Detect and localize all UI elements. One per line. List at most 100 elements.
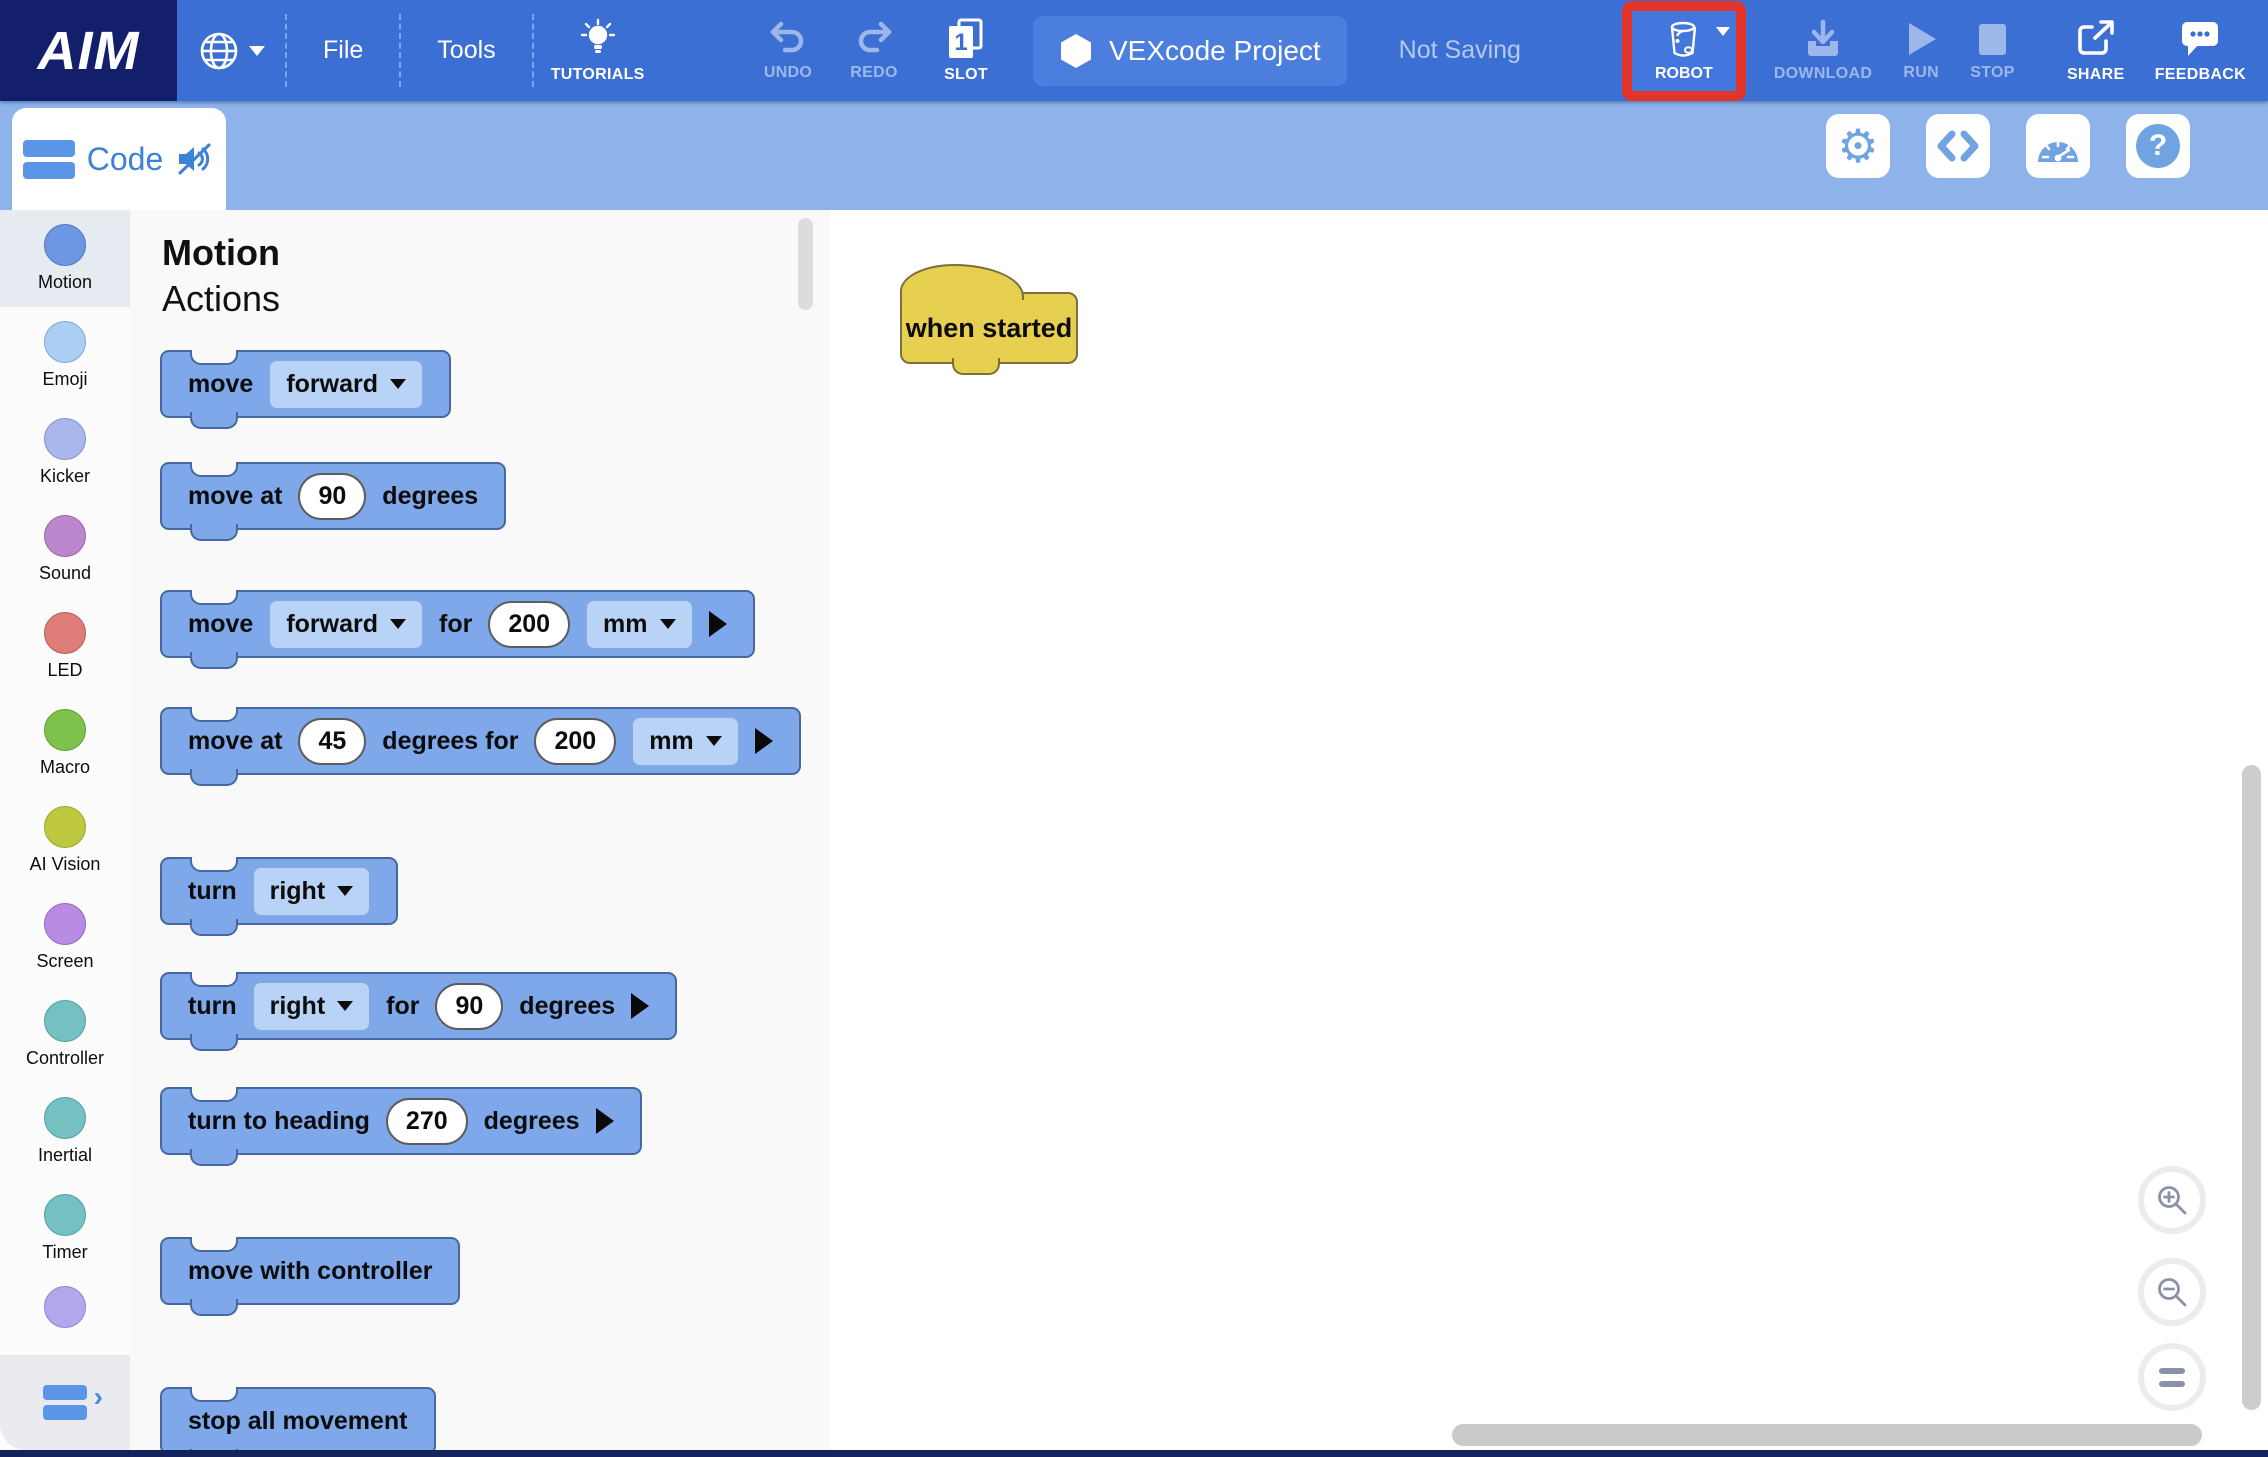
block-label: move at: [188, 727, 282, 756]
palette-section-title: Actions: [162, 278, 280, 320]
undo-button[interactable]: UNDO: [745, 20, 831, 82]
expand-arrow-icon[interactable]: [596, 1108, 614, 1134]
canvas-horizontal-scrollbar[interactable]: [1452, 1424, 2202, 1446]
block-move-for-distance[interactable]: move forward for 200 mm: [160, 590, 755, 658]
redo-button[interactable]: REDO: [831, 20, 917, 82]
download-icon: [1801, 19, 1845, 59]
code-viewer-button[interactable]: [1926, 114, 1990, 178]
block-label: move at: [188, 482, 282, 511]
reset-zoom-button[interactable]: [2138, 1343, 2206, 1411]
degrees-input[interactable]: 45: [298, 718, 366, 765]
sidebar-item-partial[interactable]: [0, 1277, 130, 1337]
dropdown-caret-icon: [706, 736, 722, 746]
block-move-at-degrees-for-distance[interactable]: move at 45 degrees for 200 mm: [160, 707, 801, 775]
block-move-at-degrees[interactable]: move at 90 degrees: [160, 462, 506, 530]
run-label: RUN: [1903, 64, 1939, 82]
sidebar-item-sound[interactable]: Sound: [0, 501, 130, 598]
dropdown-value: mm: [603, 610, 647, 639]
run-button[interactable]: RUN: [1886, 20, 1956, 82]
feedback-button[interactable]: FEEDBACK: [2141, 18, 2260, 84]
code-tab-label: Code: [87, 141, 164, 178]
block-move[interactable]: move forward: [160, 350, 451, 418]
sidebar-item-label: Inertial: [38, 1145, 92, 1166]
turn-direction-dropdown[interactable]: right: [253, 867, 371, 916]
zoom-in-button[interactable]: [2138, 1166, 2206, 1234]
direction-dropdown[interactable]: forward: [269, 600, 423, 649]
undo-icon: [768, 20, 808, 58]
topbar-right-group: ROBOT DOWNLOAD RUN: [1622, 0, 2260, 101]
feedback-label: FEEDBACK: [2155, 66, 2246, 84]
ai-vision-category-icon: [44, 806, 86, 848]
sidebar-item-timer[interactable]: Timer: [0, 1180, 130, 1277]
robot-icon: [1664, 19, 1704, 61]
file-menu[interactable]: File: [287, 0, 399, 101]
turn-direction-dropdown[interactable]: right: [253, 982, 371, 1031]
dropdown-caret-icon: [390, 619, 406, 629]
block-turn-to-heading[interactable]: turn to heading 270 degrees: [160, 1087, 642, 1155]
heading-input[interactable]: 270: [386, 1098, 468, 1145]
sidebar-item-emoji[interactable]: Emoji: [0, 307, 130, 404]
sidebar-item-led[interactable]: LED: [0, 598, 130, 695]
slot-number: 1: [954, 29, 967, 56]
block-palette: Motion Actions move forward move at 90 d…: [130, 210, 830, 1450]
tools-menu[interactable]: Tools: [401, 0, 531, 101]
emoji-category-icon: [44, 321, 86, 363]
topbar-left-group: File Tools TUTORIALS: [177, 0, 662, 101]
macro-category-icon: [44, 709, 86, 751]
dashboard-button[interactable]: [2026, 114, 2090, 178]
settings-button[interactable]: ⚙: [1826, 114, 1890, 178]
palette-collapse-toggle[interactable]: ›: [0, 1355, 130, 1450]
code-tab[interactable]: Code: [12, 108, 226, 210]
direction-dropdown[interactable]: forward: [269, 360, 423, 409]
sidebar-item-controller[interactable]: Controller: [0, 986, 130, 1083]
vexcode-aim-app: AIM File Tools: [0, 0, 2268, 1457]
chevron-down-icon: [1716, 27, 1730, 36]
dropdown-value: right: [270, 877, 326, 906]
share-button[interactable]: SHARE: [2051, 18, 2141, 84]
share-label: SHARE: [2067, 66, 2125, 84]
palette-scrollbar[interactable]: [798, 218, 813, 310]
sidebar-item-motion[interactable]: Motion: [0, 210, 130, 307]
robot-button[interactable]: ROBOT: [1632, 11, 1736, 91]
gauge-icon: [2035, 126, 2081, 166]
sidebar-item-ai-vision[interactable]: AI Vision: [0, 792, 130, 889]
sidebar-item-label: Screen: [36, 951, 93, 972]
distance-input[interactable]: 200: [488, 601, 570, 648]
block-label: turn: [188, 877, 237, 906]
block-turn[interactable]: turn right: [160, 857, 398, 925]
robot-label: ROBOT: [1655, 65, 1713, 83]
project-title-button[interactable]: VEXcode Project: [1033, 16, 1347, 86]
canvas-vertical-scrollbar[interactable]: [2242, 765, 2261, 1410]
sidebar-item-inertial[interactable]: Inertial: [0, 1083, 130, 1180]
sidebar-item-label: Macro: [40, 757, 90, 778]
block-turn-for-degrees[interactable]: turn right for 90 degrees: [160, 972, 677, 1040]
block-move-with-controller[interactable]: move with controller: [160, 1237, 460, 1305]
download-button[interactable]: DOWNLOAD: [1760, 19, 1886, 83]
expand-arrow-icon[interactable]: [709, 611, 727, 637]
screen-category-icon: [44, 903, 86, 945]
units-dropdown[interactable]: mm: [586, 600, 692, 649]
zoom-out-button[interactable]: [2138, 1258, 2206, 1326]
when-started-block[interactable]: when started: [900, 292, 1078, 364]
expand-arrow-icon[interactable]: [631, 993, 649, 1019]
degrees-input[interactable]: 90: [298, 473, 366, 520]
distance-input[interactable]: 200: [534, 718, 616, 765]
block-stop-all-movement[interactable]: stop all movement: [160, 1387, 436, 1455]
degrees-input[interactable]: 90: [435, 983, 503, 1030]
blocks-icon: [23, 140, 75, 179]
language-button[interactable]: [177, 0, 285, 101]
tutorials-button[interactable]: TUTORIALS: [534, 0, 662, 101]
workspace-canvas[interactable]: when started: [830, 210, 2268, 1457]
stop-button[interactable]: STOP: [1956, 20, 2028, 82]
sidebar-item-kicker[interactable]: Kicker: [0, 404, 130, 501]
sidebar-item-screen[interactable]: Screen: [0, 889, 130, 986]
block-label: degrees: [382, 482, 478, 511]
motion-category-icon: [44, 224, 86, 266]
sidebar-item-macro[interactable]: Macro: [0, 695, 130, 792]
block-label: degrees for: [382, 727, 518, 756]
expand-arrow-icon[interactable]: [755, 728, 773, 754]
category-sidebar: Motion Emoji Kicker Sound LED Macro AI V…: [0, 210, 130, 1457]
units-dropdown[interactable]: mm: [632, 717, 738, 766]
help-button[interactable]: ?: [2126, 114, 2190, 178]
slot-button[interactable]: 1 SLOT: [923, 18, 1009, 84]
